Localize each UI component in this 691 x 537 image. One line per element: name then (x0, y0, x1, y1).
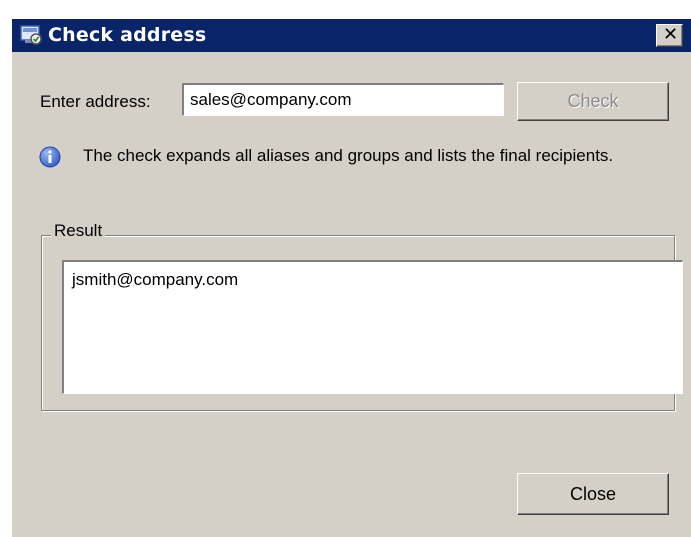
title-close-button[interactable]: ✕ (656, 24, 683, 47)
check-address-dialog: Check address ✕ Enter address: Check The… (11, 18, 691, 537)
info-icon (39, 146, 61, 168)
window-title: Check address (48, 24, 207, 46)
check-button[interactable]: Check (517, 82, 669, 121)
result-item[interactable]: jsmith@company.com (72, 270, 238, 290)
info-text: The check expands all aliases and groups… (83, 146, 614, 165)
title-bar[interactable]: Check address ✕ (12, 19, 691, 52)
result-group-label: Result (51, 221, 106, 241)
close-button[interactable]: Close (517, 473, 669, 515)
app-icon (20, 25, 42, 45)
address-label: Enter address: (40, 92, 151, 111)
result-list[interactable]: jsmith@company.com (62, 260, 683, 394)
close-icon: ✕ (663, 24, 679, 45)
address-input[interactable] (182, 83, 504, 116)
